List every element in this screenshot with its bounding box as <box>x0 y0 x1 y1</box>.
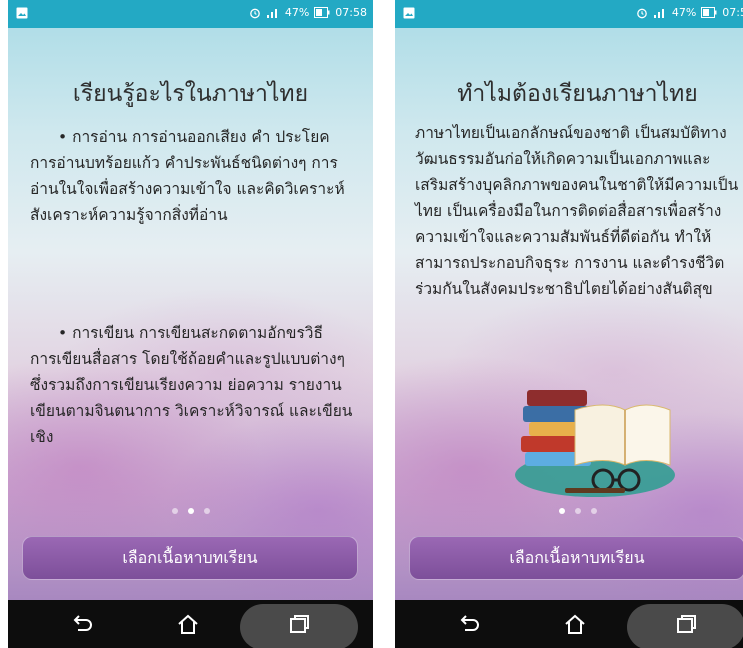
battery-icon <box>314 7 330 18</box>
page-indicator[interactable] <box>395 508 743 514</box>
home-icon <box>565 614 585 634</box>
paragraph-writing: • การเขียน การเขียนสะกดตามอักขรวิธี การเ… <box>30 324 353 446</box>
home-icon <box>178 614 198 634</box>
navigation-bar <box>8 600 373 648</box>
back-button[interactable] <box>449 608 489 640</box>
battery-percent: 47% <box>671 6 697 19</box>
signal-icon <box>653 8 664 18</box>
back-button[interactable] <box>62 608 102 640</box>
page-dot[interactable] <box>574 508 581 514</box>
clock: 07:57 <box>722 6 743 19</box>
recent-apps-button[interactable] <box>279 608 319 640</box>
battery-percent: 47% <box>284 6 310 19</box>
alarm-icon <box>636 8 647 18</box>
page-dot[interactable] <box>203 508 210 514</box>
gallery-icon <box>16 7 28 19</box>
back-icon <box>73 615 92 631</box>
recent-apps-icon <box>290 615 309 633</box>
page-title: เรียนรู้อะไรในภาษาไทย <box>72 81 309 107</box>
back-icon <box>460 615 479 631</box>
books-illustration <box>515 390 675 497</box>
page-dot-active[interactable] <box>187 508 194 514</box>
recent-apps-icon <box>677 615 696 633</box>
status-bar: 47% 07:57 <box>395 0 743 28</box>
gallery-icon <box>403 7 415 19</box>
page-indicator[interactable] <box>8 508 373 514</box>
select-lesson-button[interactable]: เลือกเนื้อหาบทเรียน <box>409 536 743 580</box>
page-dot[interactable] <box>171 508 178 514</box>
recent-apps-button[interactable] <box>666 608 706 640</box>
page-title: ทำไมต้องเรียนภาษาไทย <box>457 81 698 107</box>
phone-screen-right: 47% 07:57 ทำไมต้องเรียนภาษาไทย ภาษาไทยเป… <box>395 0 743 648</box>
navigation-bar <box>395 600 743 648</box>
clock: 07:58 <box>335 6 367 19</box>
paragraph-why: ภาษาไทยเป็นเอกลักษณ์ของชาติ เป็นสมบัติทา… <box>415 124 739 298</box>
status-bar: 47% 07:58 <box>8 0 373 28</box>
paragraph-reading: • การอ่าน การอ่านออกเสียง คำ ประโยค การอ… <box>30 128 345 224</box>
home-button[interactable] <box>168 608 208 640</box>
home-button[interactable] <box>555 608 595 640</box>
alarm-icon <box>249 8 260 18</box>
page-dot[interactable] <box>590 508 597 514</box>
battery-icon <box>701 7 717 18</box>
select-lesson-button[interactable]: เลือกเนื้อหาบทเรียน <box>22 536 358 580</box>
page-dot-active[interactable] <box>558 508 565 514</box>
phone-screen-left: 47% 07:58 เรียนรู้อะไรในภาษาไทย • การอ่า… <box>8 0 373 648</box>
onboarding-page[interactable]: เรียนรู้อะไรในภาษาไทย • การอ่าน การอ่านอ… <box>8 28 373 528</box>
signal-icon <box>266 8 277 18</box>
